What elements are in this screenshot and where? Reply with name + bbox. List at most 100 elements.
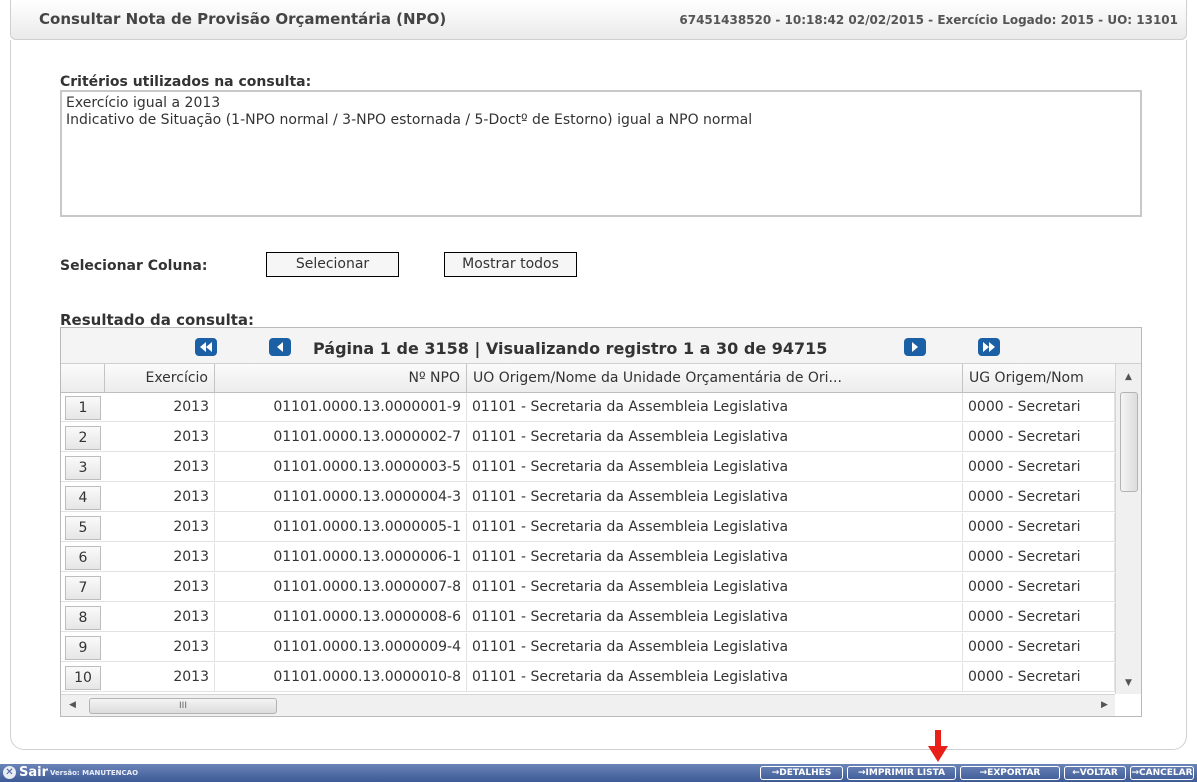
details-button[interactable]: →DETALHES bbox=[760, 766, 843, 780]
uo-origem-cell: 01101 - Secretaria da Assembleia Legisla… bbox=[467, 543, 963, 572]
row-number-cell[interactable]: 4 bbox=[65, 486, 101, 510]
print-list-button[interactable]: →IMPRIMIR LISTA bbox=[847, 766, 956, 780]
row-number-cell[interactable]: 5 bbox=[65, 516, 101, 540]
scroll-right-icon[interactable]: ▶ bbox=[1101, 700, 1108, 710]
scroll-left-icon[interactable]: ◀ bbox=[69, 700, 76, 710]
vertical-scrollbar[interactable]: ▲ ▼ bbox=[1115, 364, 1141, 694]
column-header-npo[interactable]: Nº NPO bbox=[215, 364, 467, 393]
exit-label: Sair bbox=[19, 765, 49, 780]
table-row[interactable]: 5 2013 01101.0000.13.0000005-1 01101 - Secr… bbox=[61, 513, 1115, 542]
page-header: Consultar Nota de Provisão Orçamentária … bbox=[10, 0, 1187, 40]
select-column-label: Selecionar Coluna: bbox=[60, 258, 208, 274]
uo-origem-cell: 01101 - Secretaria da Assembleia Legisla… bbox=[467, 423, 963, 452]
npo-cell: 01101.0000.13.0000001-9 bbox=[215, 393, 467, 422]
exercicio-cell: 2013 bbox=[105, 633, 215, 662]
uo-origem-cell: 01101 - Secretaria da Assembleia Legisla… bbox=[467, 453, 963, 482]
horizontal-scrollbar[interactable]: ◀ III ▶ bbox=[61, 694, 1115, 716]
exercicio-cell: 2013 bbox=[105, 573, 215, 602]
ug-origem-cell: 0000 - Secretari bbox=[963, 603, 1115, 632]
ug-origem-cell: 0000 - Secretari bbox=[963, 453, 1115, 482]
ug-origem-cell: 0000 - Secretari bbox=[963, 663, 1115, 692]
horizontal-scroll-thumb[interactable]: III bbox=[89, 698, 277, 714]
column-header-exercicio[interactable]: Exercício bbox=[105, 364, 215, 393]
table-row[interactable]: 3 2013 01101.0000.13.0000003-5 01101 - Secr… bbox=[61, 453, 1115, 482]
criteria-label: Critérios utilizados na consulta: bbox=[60, 74, 312, 90]
npo-cell: 01101.0000.13.0000003-5 bbox=[215, 453, 467, 482]
annotation-arrow-icon bbox=[928, 730, 948, 762]
uo-origem-cell: 01101 - Secretaria da Assembleia Legisla… bbox=[467, 483, 963, 512]
npo-cell: 01101.0000.13.0000004-3 bbox=[215, 483, 467, 512]
npo-cell: 01101.0000.13.0000005-1 bbox=[215, 513, 467, 542]
ug-origem-cell: 0000 - Secretari bbox=[963, 543, 1115, 572]
row-number-cell[interactable]: 7 bbox=[65, 576, 101, 600]
grid-rows: 1 2013 01101.0000.13.0000001-9 01101 - Secr… bbox=[61, 393, 1115, 693]
row-number-cell[interactable]: 3 bbox=[65, 456, 101, 480]
column-header-uo-origem[interactable]: UO Origem/Nome da Unidade Orçamentária d… bbox=[467, 364, 963, 393]
select-column-button[interactable]: Selecionar bbox=[266, 252, 399, 277]
ug-origem-cell: 0000 - Secretari bbox=[963, 633, 1115, 662]
page-title: Consultar Nota de Provisão Orçamentária … bbox=[39, 10, 447, 28]
next-page-icon[interactable] bbox=[904, 338, 926, 356]
table-row[interactable]: 7 2013 01101.0000.13.0000007-8 01101 - Secr… bbox=[61, 573, 1115, 602]
table-row[interactable]: 2 2013 01101.0000.13.0000002-7 01101 - Secr… bbox=[61, 423, 1115, 452]
pager-status: Página 1 de 3158 | Visualizando registro… bbox=[313, 339, 828, 358]
npo-cell: 01101.0000.13.0000008-6 bbox=[215, 603, 467, 632]
row-number-cell[interactable]: 10 bbox=[65, 666, 101, 690]
version-label: Versão: MANUTENCAO bbox=[50, 769, 139, 777]
row-number-cell[interactable]: 9 bbox=[65, 636, 101, 660]
show-all-button[interactable]: Mostrar todos bbox=[444, 252, 577, 277]
npo-cell: 01101.0000.13.0000010-8 bbox=[215, 663, 467, 692]
ug-origem-cell: 0000 - Secretari bbox=[963, 423, 1115, 452]
table-row[interactable]: 4 2013 01101.0000.13.0000004-3 01101 - Secr… bbox=[61, 483, 1115, 512]
first-page-icon[interactable] bbox=[195, 338, 217, 356]
close-icon: ✕ bbox=[3, 766, 16, 779]
exercicio-cell: 2013 bbox=[105, 423, 215, 452]
uo-origem-cell: 01101 - Secretaria da Assembleia Legisla… bbox=[467, 663, 963, 692]
criteria-box: Exercício igual a 2013 Indicativo de Sit… bbox=[60, 90, 1142, 217]
exercicio-cell: 2013 bbox=[105, 543, 215, 572]
column-header-rownum bbox=[61, 364, 105, 393]
vertical-scroll-thumb[interactable] bbox=[1120, 392, 1138, 492]
exercicio-cell: 2013 bbox=[105, 513, 215, 542]
row-number-cell[interactable]: 2 bbox=[65, 426, 101, 450]
prev-page-icon[interactable] bbox=[269, 338, 291, 356]
exercicio-cell: 2013 bbox=[105, 663, 215, 692]
session-info: 67451438520 - 10:18:42 02/02/2015 - Exer… bbox=[679, 13, 1178, 27]
uo-origem-cell: 01101 - Secretaria da Assembleia Legisla… bbox=[467, 393, 963, 422]
npo-cell: 01101.0000.13.0000009-4 bbox=[215, 633, 467, 662]
table-row[interactable]: 1 2013 01101.0000.13.0000001-9 01101 - Secr… bbox=[61, 393, 1115, 422]
criteria-line: Exercício igual a 2013 bbox=[66, 95, 221, 111]
cancel-button[interactable]: →CANCELAR bbox=[1130, 766, 1194, 780]
ug-origem-cell: 0000 - Secretari bbox=[963, 393, 1115, 422]
ug-origem-cell: 0000 - Secretari bbox=[963, 573, 1115, 602]
scroll-up-icon[interactable]: ▲ bbox=[1125, 372, 1132, 382]
row-number-cell[interactable]: 6 bbox=[65, 546, 101, 570]
grid-pager: Página 1 de 3158 | Visualizando registro… bbox=[61, 328, 1141, 364]
table-row[interactable]: 6 2013 01101.0000.13.0000006-1 01101 - Secr… bbox=[61, 543, 1115, 572]
table-row[interactable]: 8 2013 01101.0000.13.0000008-6 01101 - Secr… bbox=[61, 603, 1115, 632]
table-row[interactable]: 10 2013 01101.0000.13.0000010-8 01101 - Sec… bbox=[61, 663, 1115, 692]
export-button[interactable]: →EXPORTAR bbox=[960, 766, 1060, 780]
npo-cell: 01101.0000.13.0000006-1 bbox=[215, 543, 467, 572]
exercicio-cell: 2013 bbox=[105, 603, 215, 632]
column-header-ug-origem[interactable]: UG Origem/Nom bbox=[963, 364, 1115, 393]
row-number-cell[interactable]: 1 bbox=[65, 396, 101, 420]
uo-origem-cell: 01101 - Secretaria da Assembleia Legisla… bbox=[467, 633, 963, 662]
criteria-line: Indicativo de Situação (1-NPO normal / 3… bbox=[66, 112, 753, 128]
uo-origem-cell: 01101 - Secretaria da Assembleia Legisla… bbox=[467, 573, 963, 602]
npo-cell: 01101.0000.13.0000002-7 bbox=[215, 423, 467, 452]
uo-origem-cell: 01101 - Secretaria da Assembleia Legisla… bbox=[467, 603, 963, 632]
ug-origem-cell: 0000 - Secretari bbox=[963, 483, 1115, 512]
npo-cell: 01101.0000.13.0000007-8 bbox=[215, 573, 467, 602]
row-number-cell[interactable]: 8 bbox=[65, 606, 101, 630]
grid-header: Exercício Nº NPO UO Origem/Nome da Unida… bbox=[61, 364, 1141, 393]
table-row[interactable]: 9 2013 01101.0000.13.0000009-4 01101 - Secr… bbox=[61, 633, 1115, 662]
uo-origem-cell: 01101 - Secretaria da Assembleia Legisla… bbox=[467, 513, 963, 542]
scroll-down-icon[interactable]: ▼ bbox=[1125, 678, 1132, 688]
exercicio-cell: 2013 bbox=[105, 453, 215, 482]
last-page-icon[interactable] bbox=[978, 338, 1000, 356]
back-button[interactable]: ←VOLTAR bbox=[1064, 766, 1126, 780]
exercicio-cell: 2013 bbox=[105, 393, 215, 422]
exit-button[interactable]: ✕ Sair bbox=[3, 764, 48, 782]
ug-origem-cell: 0000 - Secretari bbox=[963, 513, 1115, 542]
